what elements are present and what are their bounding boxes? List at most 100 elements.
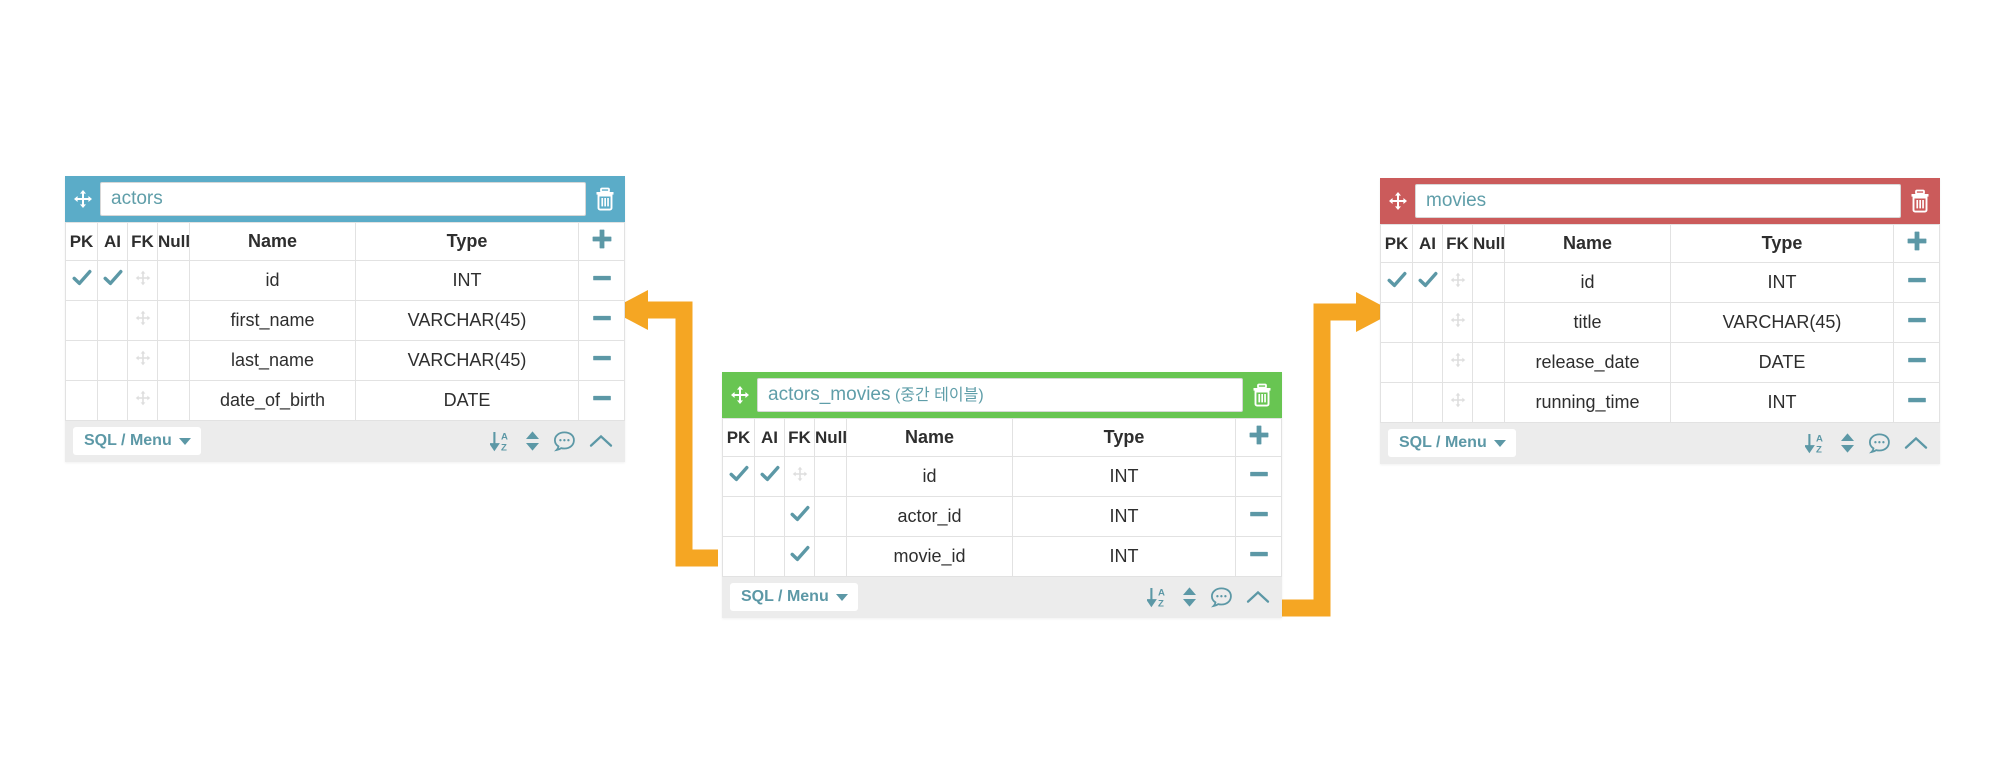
column-row[interactable]: id INT <box>722 456 1282 497</box>
sql-menu-button[interactable]: SQL / Menu <box>730 583 858 611</box>
delete-table-icon[interactable] <box>593 186 617 212</box>
cell-ai[interactable] <box>1412 382 1443 423</box>
cell-pk[interactable] <box>65 260 98 301</box>
remove-column-icon[interactable] <box>590 386 614 410</box>
remove-column-icon[interactable] <box>1247 542 1271 566</box>
table-name-input-actors[interactable]: actors <box>100 182 586 216</box>
cell-pk[interactable] <box>1380 382 1413 423</box>
cell-column-name[interactable]: date_of_birth <box>189 380 356 421</box>
table-name-input-movies[interactable]: movies <box>1415 184 1901 218</box>
cell-ai[interactable] <box>97 340 128 381</box>
cell-column-type[interactable]: INT <box>1670 262 1894 303</box>
cell-column-name[interactable]: movie_id <box>846 536 1013 577</box>
cell-fk[interactable] <box>1442 342 1473 383</box>
cell-fk[interactable] <box>1442 302 1473 343</box>
remove-column-icon[interactable] <box>1905 388 1929 412</box>
reorder-updown-icon[interactable] <box>1840 431 1855 455</box>
delete-table-icon[interactable] <box>1908 188 1932 214</box>
cell-ai[interactable] <box>754 456 785 497</box>
cell-ai[interactable] <box>754 536 785 577</box>
comment-icon[interactable] <box>553 430 576 453</box>
add-column-icon[interactable] <box>1905 229 1929 253</box>
sql-menu-button[interactable]: SQL / Menu <box>1388 429 1516 457</box>
cell-null[interactable] <box>157 260 190 301</box>
collapse-chevron-up-icon[interactable] <box>1246 588 1270 606</box>
cell-null[interactable] <box>814 496 847 537</box>
cell-fk[interactable] <box>127 380 158 421</box>
cell-pk[interactable] <box>65 380 98 421</box>
cell-ai[interactable] <box>97 300 128 341</box>
cell-column-name[interactable]: release_date <box>1504 342 1671 383</box>
cell-null[interactable] <box>1472 342 1505 383</box>
cell-pk[interactable] <box>722 456 755 497</box>
cell-ai[interactable] <box>1412 342 1443 383</box>
cell-column-type[interactable]: DATE <box>1670 342 1894 383</box>
cell-fk[interactable] <box>127 340 158 381</box>
move-handle-icon[interactable] <box>730 385 750 405</box>
cell-column-name[interactable]: id <box>846 456 1013 497</box>
table-name-input-actors-movies[interactable]: actors_movies (중간 테이블) <box>757 378 1243 412</box>
add-column-icon[interactable] <box>1247 423 1271 447</box>
cell-null[interactable] <box>157 380 190 421</box>
reorder-updown-icon[interactable] <box>525 429 540 453</box>
add-column-icon[interactable] <box>590 227 614 251</box>
cell-column-type[interactable]: DATE <box>355 380 579 421</box>
cell-column-name[interactable]: id <box>189 260 356 301</box>
remove-column-icon[interactable] <box>1247 462 1271 486</box>
cell-ai[interactable] <box>754 496 785 537</box>
cell-column-name[interactable]: running_time <box>1504 382 1671 423</box>
cell-column-name[interactable]: first_name <box>189 300 356 341</box>
cell-fk[interactable] <box>127 260 158 301</box>
cell-null[interactable] <box>157 300 190 341</box>
table-card-movies[interactable]: movies PK AI FK Null Name Type id INT ti… <box>1380 178 1940 464</box>
cell-ai[interactable] <box>97 380 128 421</box>
sql-menu-button[interactable]: SQL / Menu <box>73 427 201 455</box>
sort-az-icon[interactable]: A Z <box>1805 431 1827 455</box>
delete-table-icon[interactable] <box>1250 382 1274 408</box>
cell-ai[interactable] <box>1412 302 1443 343</box>
cell-fk[interactable] <box>1442 262 1473 303</box>
comment-icon[interactable] <box>1868 432 1891 455</box>
cell-column-name[interactable]: last_name <box>189 340 356 381</box>
cell-null[interactable] <box>814 536 847 577</box>
remove-column-icon[interactable] <box>590 266 614 290</box>
cell-column-type[interactable]: INT <box>1670 382 1894 423</box>
column-row[interactable]: id INT <box>1380 262 1940 303</box>
cell-ai[interactable] <box>1412 262 1443 303</box>
comment-icon[interactable] <box>1210 586 1233 609</box>
cell-pk[interactable] <box>65 340 98 381</box>
cell-pk[interactable] <box>1380 262 1413 303</box>
cell-pk[interactable] <box>65 300 98 341</box>
move-handle-icon[interactable] <box>1388 191 1408 211</box>
remove-column-icon[interactable] <box>1905 308 1929 332</box>
collapse-chevron-up-icon[interactable] <box>1904 434 1928 452</box>
cell-column-type[interactable]: VARCHAR(45) <box>355 300 579 341</box>
cell-pk[interactable] <box>1380 302 1413 343</box>
cell-null[interactable] <box>157 340 190 381</box>
move-handle-icon[interactable] <box>73 189 93 209</box>
remove-column-icon[interactable] <box>1905 348 1929 372</box>
reorder-updown-icon[interactable] <box>1182 585 1197 609</box>
cell-fk[interactable] <box>127 300 158 341</box>
cell-column-name[interactable]: id <box>1504 262 1671 303</box>
remove-column-icon[interactable] <box>590 306 614 330</box>
cell-fk[interactable] <box>784 456 815 497</box>
cell-column-type[interactable]: INT <box>1012 536 1236 577</box>
cell-fk[interactable] <box>784 496 815 537</box>
cell-fk[interactable] <box>784 536 815 577</box>
column-row[interactable]: movie_id INT <box>722 536 1282 577</box>
cell-pk[interactable] <box>1380 342 1413 383</box>
cell-pk[interactable] <box>722 496 755 537</box>
cell-null[interactable] <box>1472 262 1505 303</box>
column-row[interactable]: title VARCHAR(45) <box>1380 302 1940 343</box>
table-card-actors-movies[interactable]: actors_movies (중간 테이블) PK AI FK Null Nam… <box>722 372 1282 618</box>
cell-ai[interactable] <box>97 260 128 301</box>
column-row[interactable]: last_name VARCHAR(45) <box>65 340 625 381</box>
cell-column-name[interactable]: actor_id <box>846 496 1013 537</box>
cell-column-type[interactable]: INT <box>1012 496 1236 537</box>
column-row[interactable]: date_of_birth DATE <box>65 380 625 421</box>
table-card-actors[interactable]: actors PK AI FK Null Name Type id INT fi… <box>65 176 625 462</box>
remove-column-icon[interactable] <box>1247 502 1271 526</box>
column-row[interactable]: id INT <box>65 260 625 301</box>
collapse-chevron-up-icon[interactable] <box>589 432 613 450</box>
